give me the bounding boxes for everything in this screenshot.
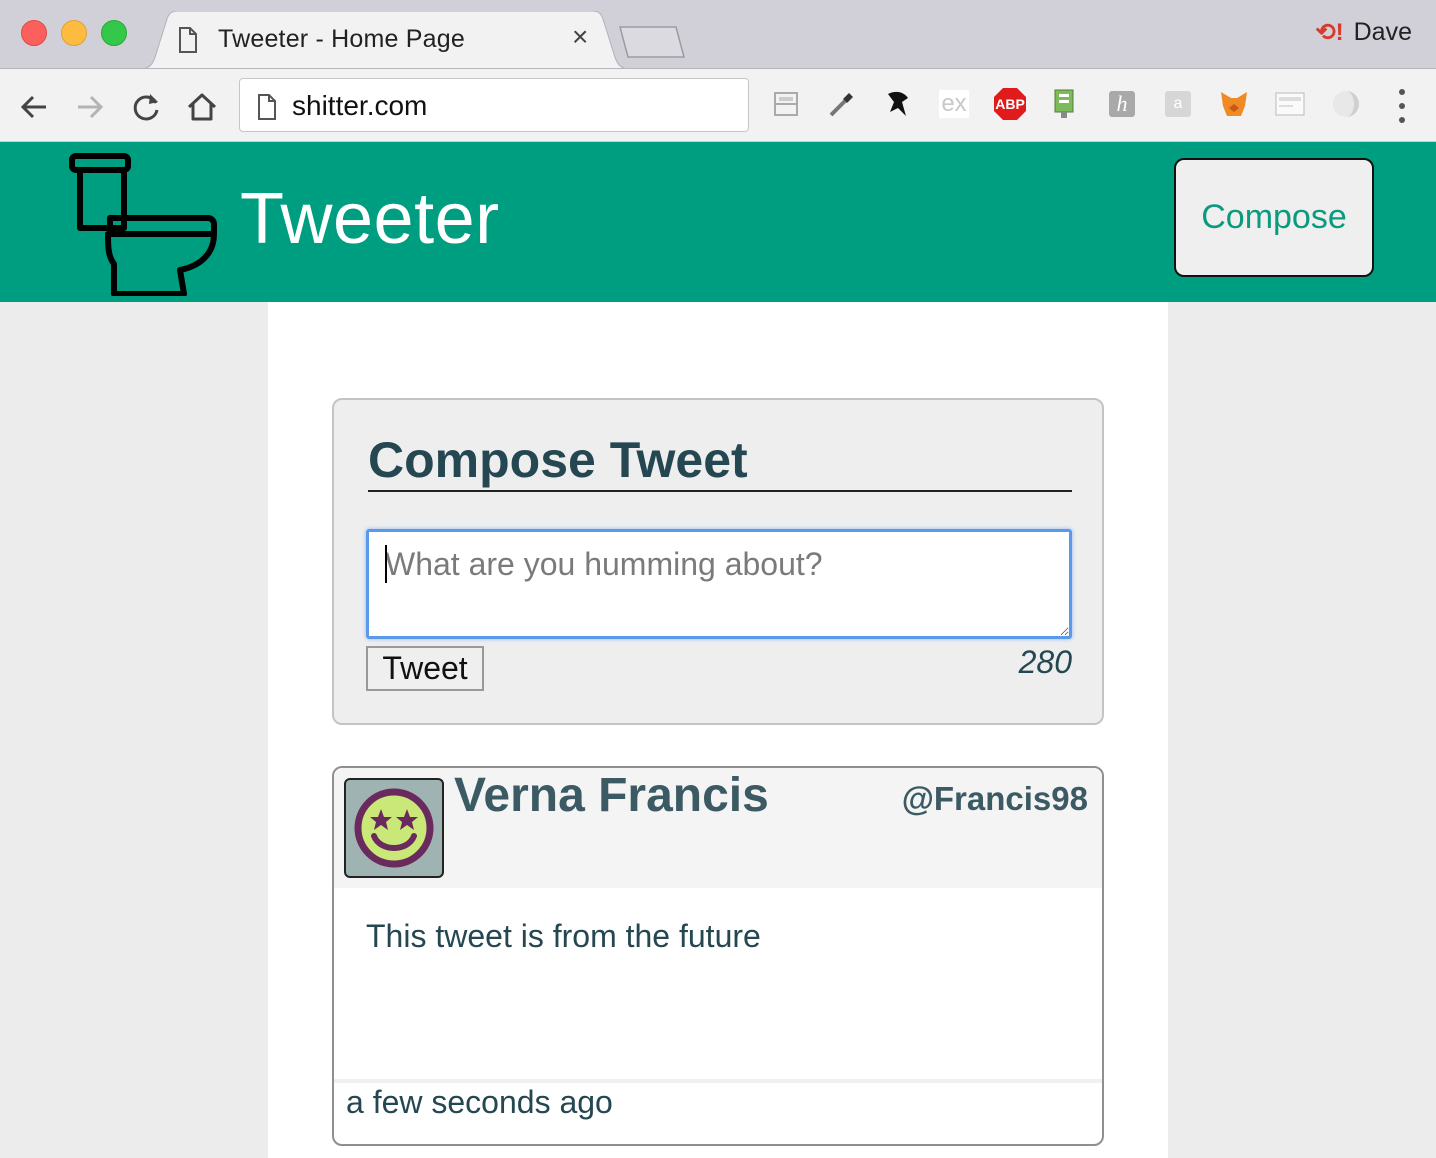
page-icon	[179, 27, 197, 53]
tab-title: Tweeter - Home Page	[218, 25, 465, 53]
text-cursor	[385, 545, 387, 583]
site-title: Tweeter	[240, 179, 500, 259]
main-container: Compose Tweet Tweet 280 Verna Francis @F…	[268, 302, 1168, 1158]
card-icon[interactable]	[1273, 87, 1307, 121]
url-text[interactable]: shitter.com	[292, 90, 427, 122]
browser-toolbar: shitter.com ex ABP h a	[0, 68, 1436, 142]
new-tab-button[interactable]	[618, 25, 686, 59]
browser-menu-icon[interactable]	[1395, 89, 1409, 123]
compose-button[interactable]: Compose	[1174, 158, 1374, 277]
page-info-icon[interactable]	[257, 94, 277, 120]
adblock-plus-icon[interactable]: ABP	[993, 87, 1027, 121]
tweet-card: Verna Francis @Francis98 This tweet is f…	[332, 766, 1104, 1146]
ninja-icon[interactable]	[881, 87, 915, 121]
starry-eyed-smiley-icon	[354, 788, 434, 868]
profile-menu[interactable]: ⟲! Dave	[1316, 18, 1412, 47]
author-name: Verna Francis	[454, 769, 769, 822]
compose-tweet-panel: Compose Tweet Tweet 280	[332, 398, 1104, 725]
h-icon[interactable]: h	[1105, 87, 1139, 121]
site-header: Tweeter Compose	[0, 142, 1436, 302]
metamask-fox-icon[interactable]	[1217, 87, 1251, 121]
window-close-button[interactable]	[21, 20, 47, 46]
back-arrow-icon[interactable]	[16, 89, 52, 125]
author-handle: @Francis98	[901, 780, 1088, 817]
window-minimize-button[interactable]	[61, 20, 87, 46]
tweet-header: Verna Francis @Francis98	[334, 768, 1102, 888]
address-bar[interactable]: shitter.com	[239, 78, 749, 132]
tweet-input[interactable]	[366, 529, 1072, 639]
profile-name: Dave	[1353, 18, 1412, 46]
eyedropper-icon[interactable]	[825, 87, 859, 121]
tweet-text: This tweet is from the future	[366, 918, 761, 954]
tab-close-icon[interactable]: ×	[572, 23, 588, 51]
server-icon[interactable]	[1047, 87, 1081, 121]
tweet-timestamp: a few seconds ago	[346, 1084, 613, 1120]
browser-tab-strip: Tweeter - Home Page × ⟲! Dave	[0, 0, 1436, 69]
char-counter: 280	[1018, 644, 1072, 680]
tweet-divider	[334, 1079, 1102, 1083]
avatar	[344, 778, 444, 878]
reload-icon[interactable]	[128, 89, 164, 125]
toilet-logo-icon	[69, 153, 217, 296]
swirl-icon[interactable]	[1329, 87, 1363, 121]
browser-tab-active[interactable]: Tweeter - Home Page ×	[140, 11, 630, 69]
home-icon[interactable]	[184, 89, 220, 125]
sync-error-icon: ⟲!	[1315, 18, 1344, 46]
ex-icon[interactable]: ex	[937, 87, 971, 121]
layout-icon[interactable]	[769, 87, 803, 121]
compose-heading: Compose Tweet	[368, 430, 1072, 492]
tweet-submit-button[interactable]: Tweet	[366, 646, 484, 691]
forward-arrow-icon[interactable]	[72, 89, 108, 125]
window-maximize-button[interactable]	[101, 20, 127, 46]
a-chat-icon[interactable]: a	[1161, 87, 1195, 121]
